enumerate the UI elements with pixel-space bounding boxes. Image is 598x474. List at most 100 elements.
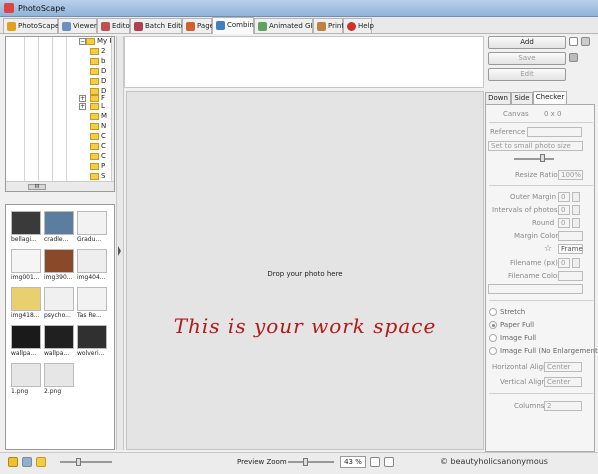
resize-ratio-value[interactable]: 100% [558,170,583,180]
thumbnail-panel: bellagi... cradle... Gradu... img001... … [5,204,115,450]
thumbnail-item[interactable]: cradle... [44,211,74,243]
work-canvas[interactable]: Drop your photo here This is your work s… [126,91,484,450]
preview-zoom-knob[interactable] [303,458,308,466]
folder-icon [90,162,99,170]
tab-combine[interactable]: Combine [212,17,258,34]
tree-node[interactable]: P [90,162,105,171]
thumbnail-item[interactable]: img001... [11,249,41,281]
margin-color-picker[interactable] [558,231,583,241]
tree-node[interactable]: D [90,67,106,76]
thumbnail-item[interactable]: Gradu... [77,211,107,243]
filename-px-spinner[interactable] [572,258,580,268]
close-icon[interactable] [569,37,578,46]
tree-node[interactable]: N [90,122,106,131]
collapse-arrow-icon[interactable] [118,246,121,256]
thumbnail-item[interactable]: wallpa... [11,325,41,357]
add-button[interactable]: Add [488,36,566,49]
preview-zoom-slider[interactable] [288,461,334,463]
thumbnail-item[interactable]: bellagi... [11,211,41,243]
thumbnail-size-knob[interactable] [76,458,81,466]
star-icon[interactable]: ☆ [544,244,552,254]
tree-node-root[interactable]: My P [86,37,114,46]
thumbnail-item[interactable]: wallpa... [44,325,74,357]
folder-tree[interactable]: − My P 2 b D D D + F + L M N C C C P S S… [5,36,115,192]
trash-icon[interactable] [581,37,590,46]
tree-expander[interactable]: + [79,103,86,110]
tree-horizontal-scrollbar[interactable]: III [6,181,114,191]
tree-expander[interactable]: − [79,38,86,45]
edit-button[interactable]: Edit [488,68,566,81]
tab-side[interactable]: Side [511,92,533,104]
tree-node[interactable]: C [90,142,106,151]
photo-size-select[interactable]: Set to small photo size [488,141,583,151]
photoscape-icon [7,22,16,31]
folder-icon[interactable] [36,457,46,467]
folder-icon [90,112,99,120]
reference-field[interactable] [527,127,582,137]
resize-slider[interactable] [514,158,554,160]
frame-button[interactable]: Frame [558,244,583,254]
tree-node[interactable]: M [90,112,107,121]
image-full-radio[interactable] [489,334,497,342]
thumbnail-item[interactable]: 2.png [44,363,74,395]
tab-viewer[interactable]: Viewer [58,18,97,33]
round-input[interactable]: 0 [558,218,570,228]
intervals-spinner[interactable] [572,205,580,215]
panel-splitter[interactable] [116,36,124,450]
tree-vertical-scrollbar[interactable] [111,37,114,182]
thumbnail-image [44,325,74,349]
tab-animated-gif[interactable]: Animated GIF [254,18,317,33]
filename-color-picker[interactable] [558,271,583,281]
tree-node[interactable]: C [90,152,106,161]
tab-photoscape[interactable]: PhotoScape [3,18,59,33]
thumbnail-item[interactable]: psycho... [44,287,74,319]
thumbnail-item[interactable]: img390... [44,249,74,281]
star-icon[interactable] [8,457,18,467]
settings-icon[interactable] [569,53,578,62]
paper-full-radio[interactable] [489,321,497,329]
fit-icon[interactable] [384,457,394,467]
thumbnail-item[interactable]: img418... [11,287,41,319]
thumbnail-item[interactable]: wolveri... [77,325,107,357]
tree-node[interactable]: C [90,132,106,141]
tab-down[interactable]: Down [485,92,511,104]
tree-node[interactable]: L [90,102,105,111]
tree-node[interactable]: b [90,57,105,66]
tab-editor[interactable]: Editor [97,18,133,33]
resize-slider-knob[interactable] [540,154,545,162]
intervals-input[interactable]: 0 [558,205,570,215]
thumbnail-size-slider[interactable] [60,461,112,463]
save-button[interactable]: Save [488,52,566,65]
columns-select[interactable]: 2 [544,401,582,411]
thumbnail-item[interactable]: img404... [77,249,107,281]
tree-node[interactable]: D [90,77,106,86]
tab-print[interactable]: Print [313,18,344,33]
tab-help[interactable]: Help [343,18,374,33]
scroll-thumb[interactable]: III [28,184,46,190]
stretch-radio[interactable] [489,308,497,316]
tree-expander[interactable]: + [79,95,86,102]
tab-page[interactable]: Page [182,18,214,33]
title-bar: PhotoScape [0,0,598,17]
divider [489,393,593,394]
outer-margin-spinner[interactable] [572,192,580,202]
thumbnail-image [11,249,41,273]
image-full-no-enlargement-radio[interactable] [489,347,497,355]
outer-margin-input[interactable]: 0 [558,192,570,202]
checker-icon[interactable] [370,457,380,467]
thumbnail-item[interactable]: Tas Re... [77,287,107,319]
outer-margin-label: Outer Margin [510,193,557,201]
tree-node[interactable]: 2 [90,47,105,56]
thumbnail-image [44,287,74,311]
tab-checker[interactable]: Checker [533,91,567,104]
rotate-icon[interactable] [22,457,32,467]
folder-icon [90,67,99,75]
thumbnail-image [77,325,107,349]
filename-text-field[interactable] [488,284,583,294]
filename-px-input[interactable]: 0 [558,258,570,268]
vertical-align-select[interactable]: Center [544,377,582,387]
thumbnail-item[interactable]: 1.png [11,363,41,395]
horizontal-align-select[interactable]: Center [544,362,582,372]
tab-batch-editor[interactable]: Batch Editor [130,18,188,33]
round-spinner[interactable] [572,218,580,228]
